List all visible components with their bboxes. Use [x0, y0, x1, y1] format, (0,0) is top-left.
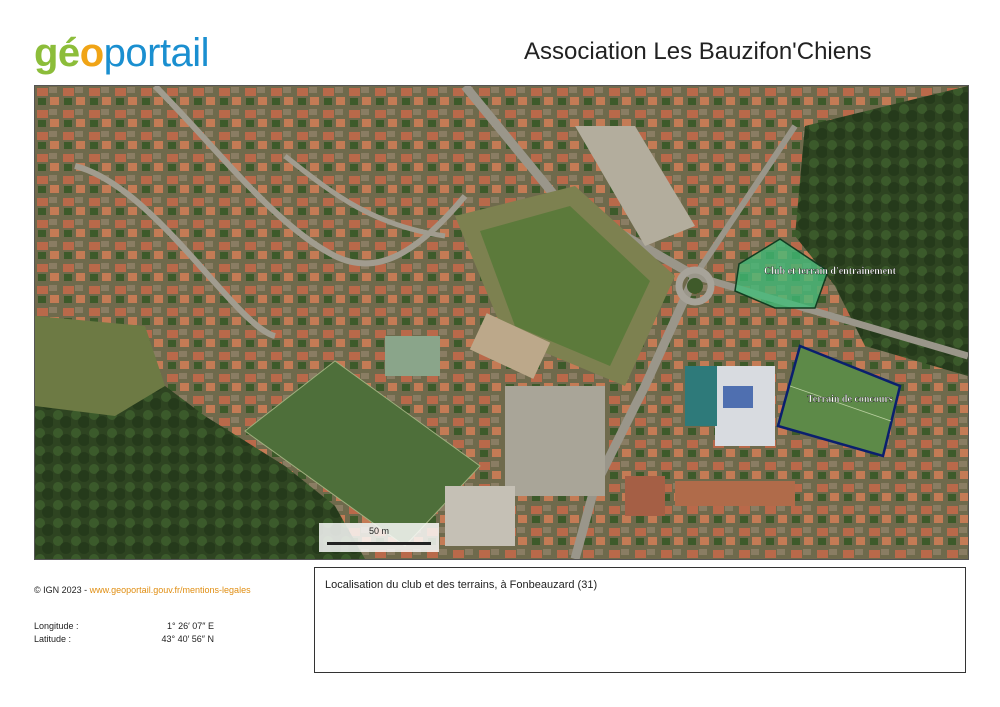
map-caption: Localisation du club et des terrains, à …	[325, 579, 598, 591]
caption-box: Localisation du club et des terrains, à …	[314, 567, 966, 673]
page-title: Association Les Bauzifon'Chiens	[524, 38, 872, 65]
aerial-map[interactable]: Club et terrain d'entrainement Terrain d…	[34, 85, 969, 560]
copyright-text: © IGN 2023 -	[34, 585, 90, 595]
competition-field-label: Terrain de concours	[807, 394, 893, 405]
logo-part-o: o	[79, 31, 104, 75]
parking-center	[505, 386, 605, 496]
longitude-label: Longitude :	[34, 621, 79, 631]
latitude-value: 43° 40′ 56″ N	[161, 634, 214, 644]
building-school	[385, 336, 440, 376]
building-south	[445, 486, 515, 546]
coordinates: Longitude : 1° 26′ 07″ E Latitude : 43° …	[34, 621, 234, 647]
longitude-row: Longitude : 1° 26′ 07″ E	[34, 621, 234, 634]
map-canvas: Club et terrain d'entrainement Terrain d…	[35, 86, 968, 559]
longitude-value: 1° 26′ 07″ E	[166, 621, 214, 631]
scale-label: 50 m	[368, 526, 389, 536]
scale-line	[327, 542, 431, 545]
logo-part-ge: gé	[34, 31, 80, 75]
logo-part-portail: portail	[103, 31, 210, 75]
geoportail-logo: géoportail	[34, 30, 210, 76]
legal-mentions-link[interactable]: www.geoportail.gouv.fr/mentions-legales	[90, 585, 251, 595]
copyright-notice: © IGN 2023 - www.geoportail.gouv.fr/ment…	[34, 585, 251, 595]
tennis-court	[685, 366, 717, 426]
building-red-roofs	[675, 481, 795, 506]
club-training-label: Club et terrain d'entrainement	[764, 266, 897, 277]
latitude-row: Latitude : 43° 40′ 56″ N	[34, 634, 234, 647]
scale-bar: 50 m	[319, 523, 439, 552]
latitude-label: Latitude :	[34, 634, 72, 644]
